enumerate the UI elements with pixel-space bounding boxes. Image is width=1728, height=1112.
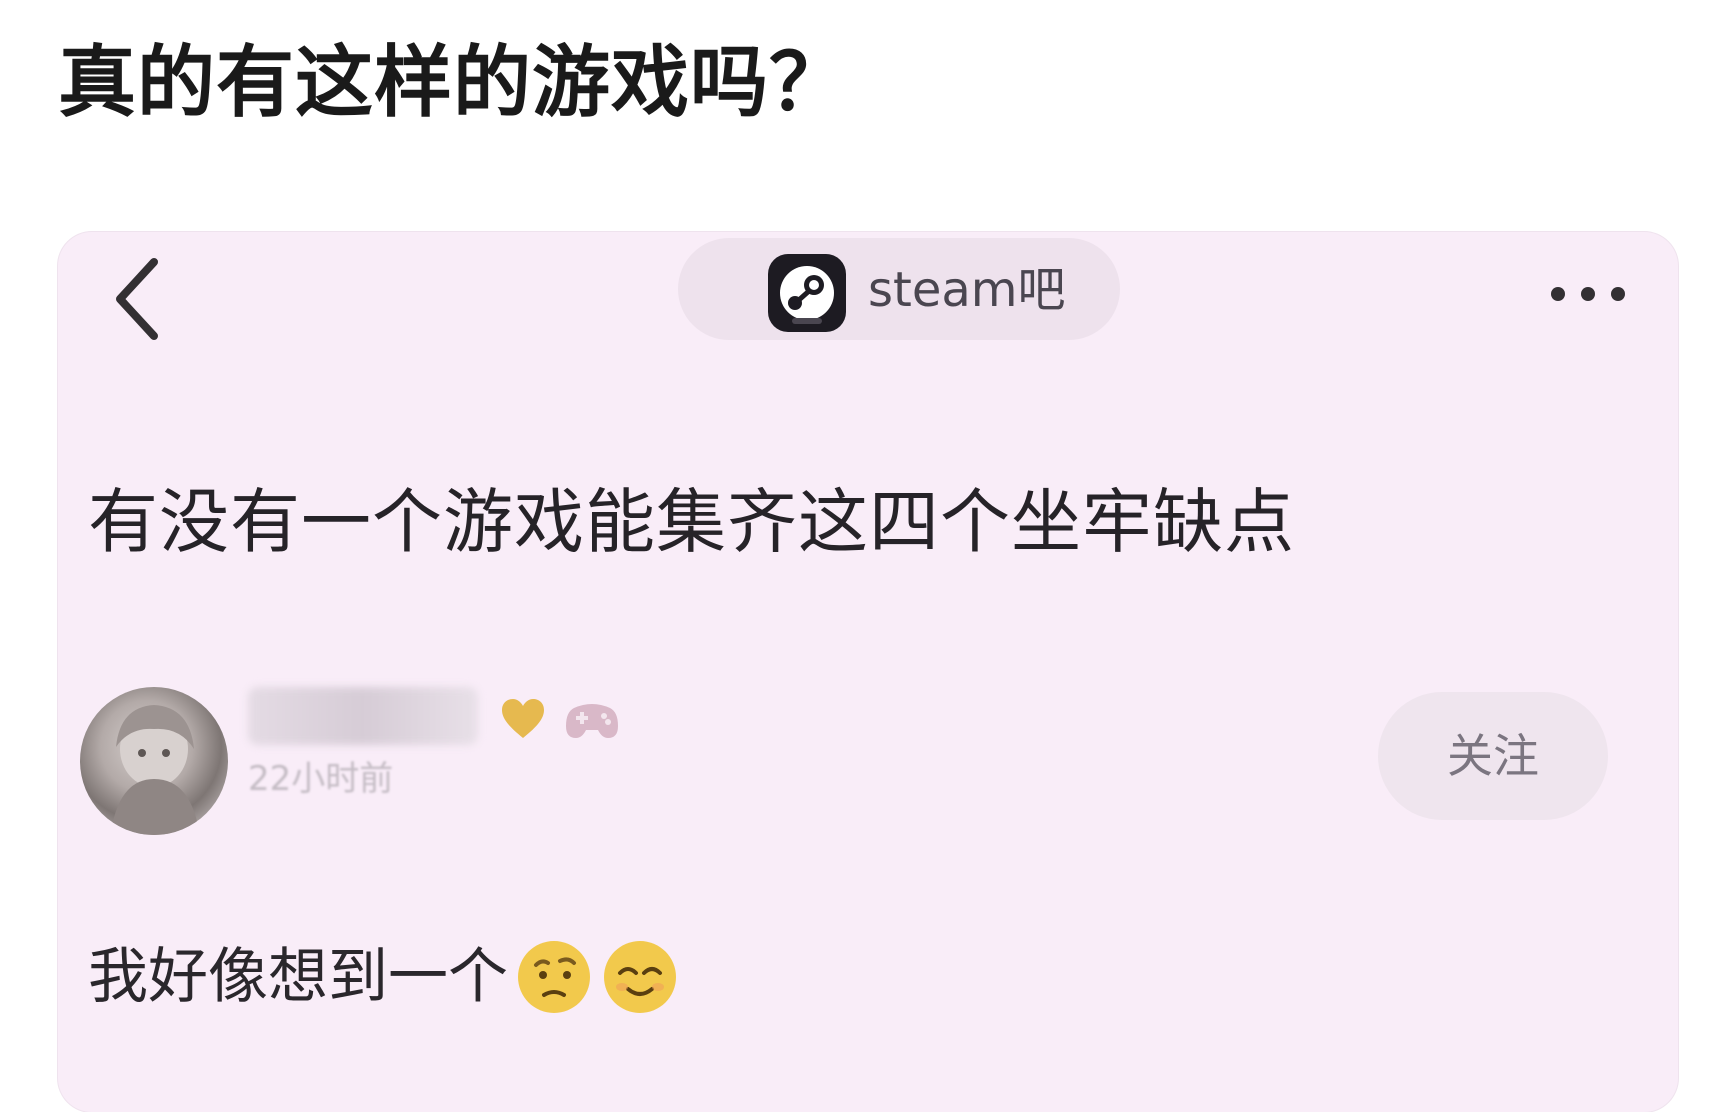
more-dots-icon — [1551, 287, 1625, 301]
back-button[interactable] — [102, 254, 172, 344]
thinking-face-emoji — [518, 941, 590, 1013]
outer-title: 真的有这样的游戏吗？ — [58, 38, 849, 128]
chevron-left-icon — [116, 258, 158, 340]
post-body: 我好像想到一个 — [88, 932, 680, 1022]
user-avatar[interactable] — [80, 687, 228, 835]
post-body-text: 我好像想到一个 — [88, 942, 508, 1012]
more-button[interactable] — [1538, 264, 1638, 324]
post-title: 有没有一个游戏能集齐这四个坐牢缺点 — [88, 481, 1295, 563]
forum-name: steam吧 — [868, 262, 1066, 318]
steam-logo-icon — [768, 254, 846, 332]
gamepad-badge-icon — [566, 704, 618, 738]
avatar-image — [110, 705, 200, 835]
follow-button[interactable]: 关注 — [1378, 692, 1608, 820]
screenshot-card: steam吧 有没有一个游戏能集齐这四个坐牢缺点 22小时前 关注 我好像想到一… — [58, 232, 1678, 1112]
smiling-face-emoji — [604, 941, 676, 1013]
post-time: 22小时前 — [248, 759, 394, 799]
username-blurred — [248, 687, 478, 745]
follow-label: 关注 — [1447, 729, 1539, 783]
forum-chip[interactable]: steam吧 — [678, 238, 1120, 340]
heart-badge-icon — [502, 699, 544, 738]
